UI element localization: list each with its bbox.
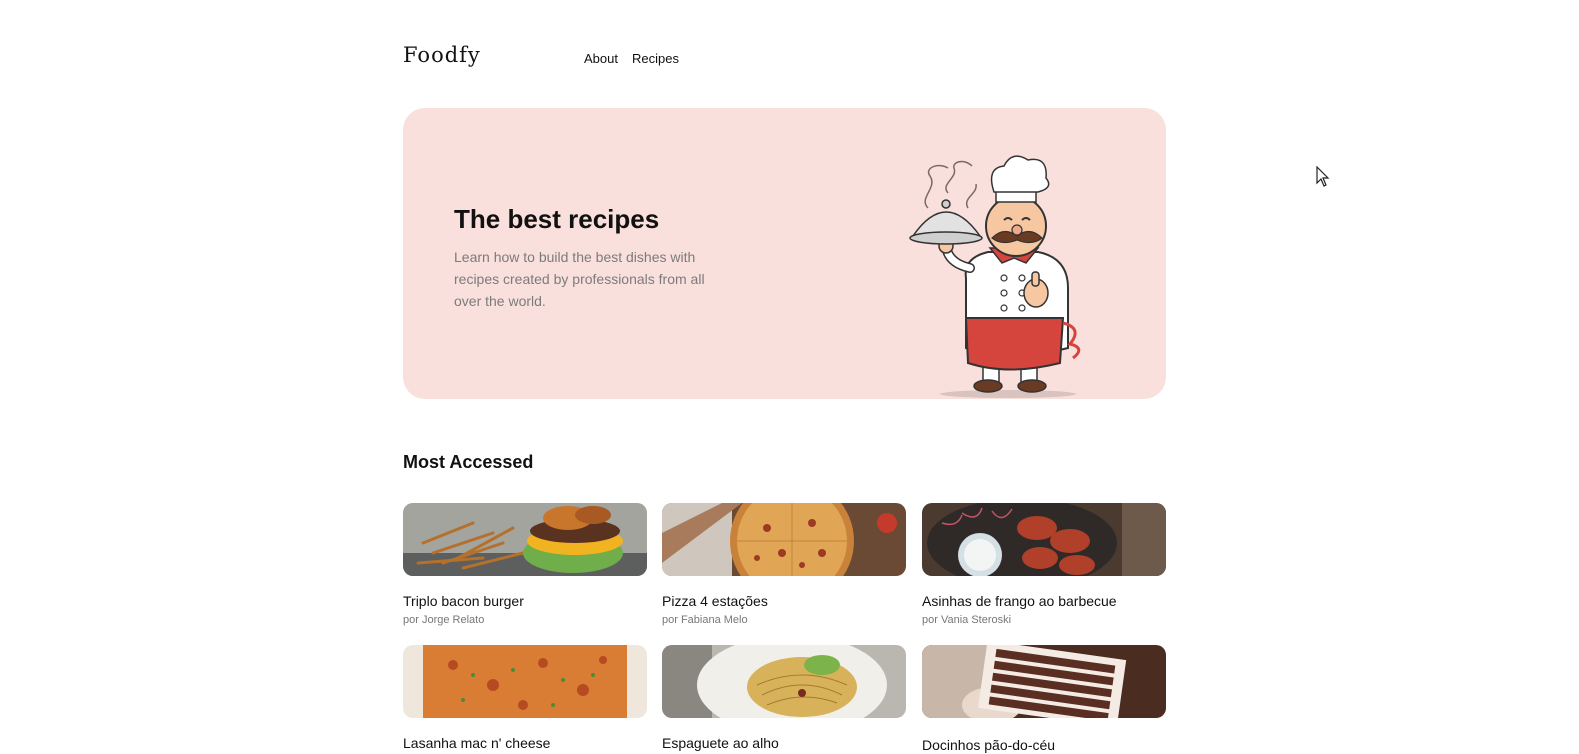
main-nav: About Recipes [584,51,679,66]
burger-fries-photo[interactable] [403,503,647,576]
lasagna-photo[interactable] [403,645,647,718]
page: Foodfy About Recipes The best recipes Le… [0,0,1579,754]
pizza-photo[interactable] [662,503,906,576]
recipe-title[interactable]: Docinhos pão-do-céu [922,737,1166,753]
chef-illustration [909,155,1081,398]
recipe-card[interactable]: Lasanha mac n' cheese [403,645,647,751]
mouse-cursor-icon [1316,166,1330,187]
hero-description: Learn how to build the best dishes with … [454,249,705,309]
hero-banner: The best recipes Learn how to build the … [403,108,1166,399]
nav-link-recipes[interactable]: Recipes [632,51,679,66]
recipe-title[interactable]: Triplo bacon burger [403,593,647,609]
site-header: Foodfy About Recipes [403,40,1166,76]
recipe-title[interactable]: Espaguete ao alho [662,735,906,751]
sweets-photo[interactable] [922,645,1166,718]
spaghetti-photo[interactable] [662,645,906,718]
hero-title: The best recipes [454,204,660,234]
section-title-most-accessed: Most Accessed [403,452,534,472]
recipe-card[interactable]: Pizza 4 estações por Fabiana Melo [662,503,906,626]
site-logo[interactable]: Foodfy [403,43,481,67]
recipe-card[interactable]: Docinhos pão-do-céu [922,645,1166,753]
nav-link-about[interactable]: About [584,51,618,66]
recipe-card[interactable]: Espaguete ao alho [662,645,906,751]
recipe-author: por Jorge Relato [403,614,485,626]
recipe-title[interactable]: Pizza 4 estações [662,593,906,609]
recipe-card[interactable]: Triplo bacon burger por Jorge Relato [403,503,647,626]
recipe-author: por Fabiana Melo [662,614,748,626]
recipe-title[interactable]: Asinhas de frango ao barbecue [922,593,1166,609]
recipe-card[interactable]: Asinhas de frango ao barbecue por Vania … [922,503,1166,626]
chicken-wings-photo[interactable] [922,503,1166,576]
recipe-author: por Vania Steroski [922,614,1012,626]
recipe-title[interactable]: Lasanha mac n' cheese [403,735,647,751]
